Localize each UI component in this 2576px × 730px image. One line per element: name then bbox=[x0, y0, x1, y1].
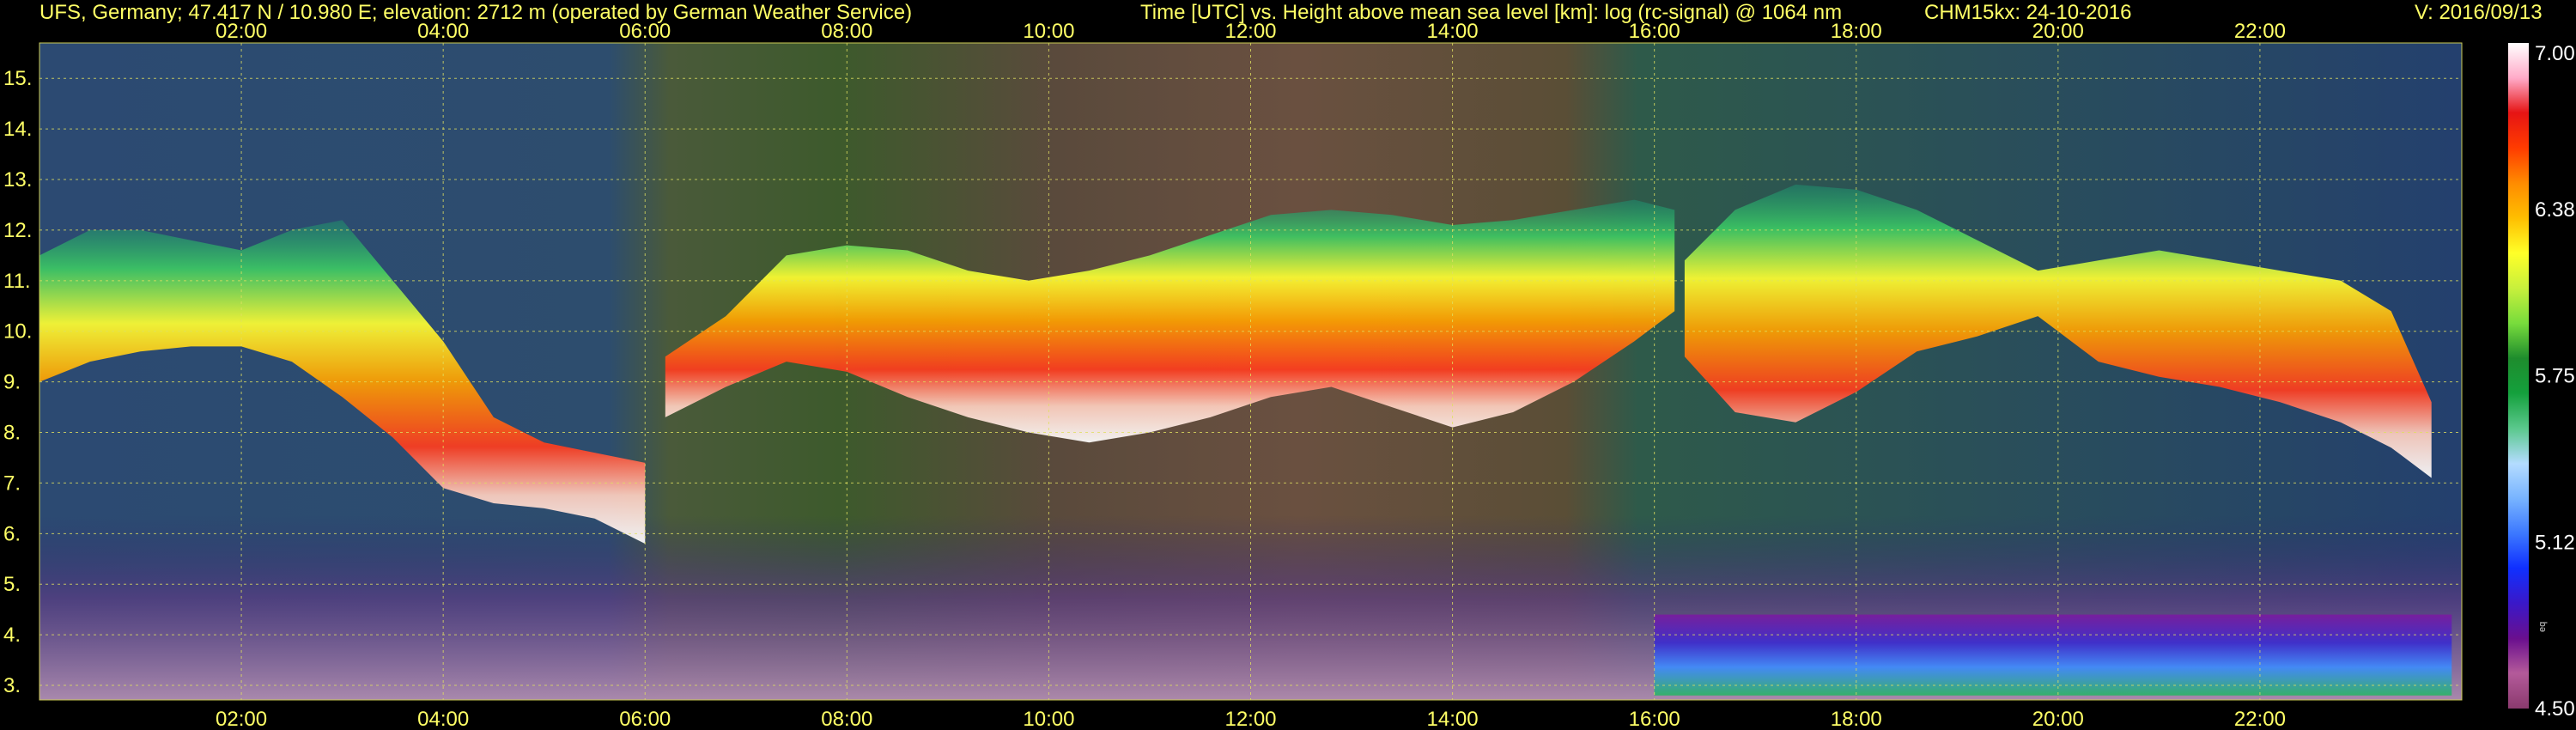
x-tick-label-top: 14:00 bbox=[1427, 20, 1479, 43]
x-tick-label-top: 22:00 bbox=[2234, 20, 2286, 43]
aerosol-layer bbox=[1654, 614, 2452, 696]
x-tick-label: 10:00 bbox=[1023, 708, 1074, 730]
y-tick-label: 13. bbox=[3, 168, 32, 192]
x-tick-label: 22:00 bbox=[2234, 708, 2286, 730]
x-tick-label: 18:00 bbox=[1831, 708, 1882, 730]
x-tick-label-top: 02:00 bbox=[216, 20, 267, 43]
y-tick-label: 9. bbox=[3, 371, 21, 394]
lidar-chart: 02:00 04:00 06:00 08:00 10:00 12:00 14:00 16:00… bbox=[3, 20, 2575, 730]
colorbar-tick-label: 7.00 bbox=[2535, 42, 2575, 65]
x-tick-label: 02:00 bbox=[216, 708, 267, 730]
x-tick-label: 04:00 bbox=[417, 708, 469, 730]
y-axis: 3. 4. 5. 6. 7. 8. 9. 10. 11. 12. 13. 14. 15. bbox=[3, 67, 32, 697]
x-tick-label: 12:00 bbox=[1224, 708, 1276, 730]
x-tick-label-top: 08:00 bbox=[821, 20, 872, 43]
x-tick-label: 14:00 bbox=[1427, 708, 1479, 730]
y-tick-label: 4. bbox=[3, 624, 21, 647]
y-tick-label: 11. bbox=[3, 270, 31, 293]
colorbar-ticks: 7.00 6.38 5.75 5.12 4.50 bbox=[2535, 42, 2575, 721]
x-tick-label-top: 18:00 bbox=[1831, 20, 1882, 43]
x-tick-label-top: 04:00 bbox=[417, 20, 469, 43]
y-tick-label: 7. bbox=[3, 471, 21, 495]
x-tick-label-top: 16:00 bbox=[1629, 20, 1680, 43]
colorbar-badge: eq bbox=[2537, 621, 2548, 632]
y-tick-label: 3. bbox=[3, 674, 21, 697]
y-tick-label: 6. bbox=[3, 522, 21, 545]
x-axis-bottom: 02:00 04:00 06:00 08:00 10:00 12:00 14:00 16:00… bbox=[216, 708, 2286, 730]
x-tick-label: 16:00 bbox=[1629, 708, 1680, 730]
colorbar-tick-label: 6.38 bbox=[2535, 198, 2575, 222]
x-tick-label-top: 06:00 bbox=[619, 20, 671, 43]
x-tick-label: 20:00 bbox=[2032, 708, 2084, 730]
y-tick-label: 12. bbox=[3, 219, 32, 242]
y-tick-label: 8. bbox=[3, 422, 21, 445]
x-tick-label-top: 10:00 bbox=[1023, 20, 1074, 43]
y-tick-label: 10. bbox=[3, 320, 32, 344]
x-tick-label-top: 20:00 bbox=[2032, 20, 2084, 43]
x-tick-label: 08:00 bbox=[821, 708, 872, 730]
x-axis-top: 02:00 04:00 06:00 08:00 10:00 12:00 14:00 16:00… bbox=[216, 20, 2286, 43]
colorbar-tick-label: 5.12 bbox=[2535, 531, 2575, 554]
y-tick-label: 14. bbox=[3, 118, 32, 141]
y-tick-label: 5. bbox=[3, 573, 21, 596]
colorbar-tick-label: 4.50 bbox=[2535, 697, 2575, 721]
y-tick-label: 15. bbox=[3, 67, 32, 90]
x-tick-label: 06:00 bbox=[619, 708, 671, 730]
colorbar-tick-label: 5.75 bbox=[2535, 365, 2575, 388]
x-tick-label-top: 12:00 bbox=[1224, 20, 1276, 43]
colorbar bbox=[2508, 43, 2529, 709]
